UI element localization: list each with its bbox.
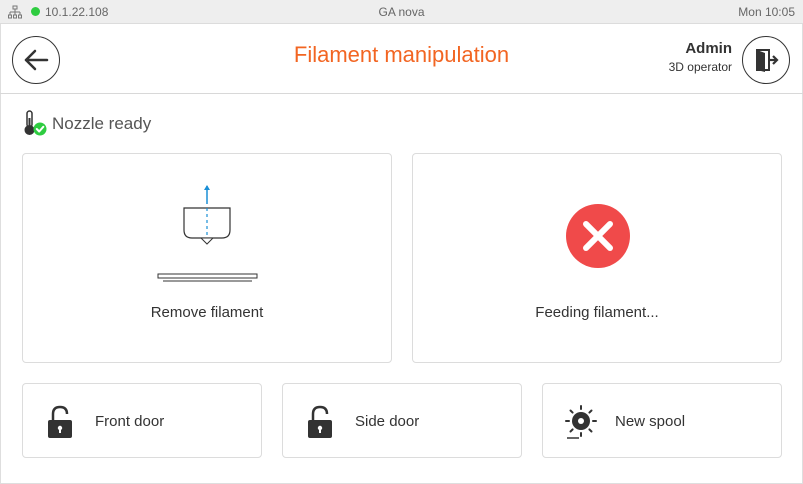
remove-filament-label: Remove filament [150,304,264,321]
feed-filament-button[interactable]: Feeding filament... [412,153,782,363]
logout-door-icon [756,49,779,72]
user-name: Admin [685,40,732,57]
nozzle-status-text: Nozzle ready [52,114,152,133]
status-bar: 10.1.22.108 GA nova Mon 10:05 [0,0,803,24]
padlock-open-icon [308,405,332,438]
feeding-filament-label: Feeding filament... [535,304,659,321]
user-info: Admin 3D operator [669,40,732,74]
clock: Mon 10:05 [738,5,795,19]
thermometer-check-icon [24,110,47,136]
new-spool-button[interactable]: New spool [542,383,782,458]
header: Filament manipulation Admin 3D operator [0,24,803,94]
padlock-open-icon [48,405,72,438]
logout-button[interactable] [742,36,790,84]
nozzle-retract-icon [157,185,258,282]
printer-name: GA nova [378,5,425,19]
remove-filament-button[interactable]: Remove filament [22,153,392,363]
side-door-label: Side door [355,413,420,430]
new-spool-label: New spool [615,413,686,430]
front-door-label: Front door [95,413,165,430]
front-door-button[interactable]: Front door [22,383,262,458]
spool-icon [565,405,597,439]
side-door-button[interactable]: Side door [282,383,522,458]
user-role: 3D operator [668,60,732,74]
error-x-icon [566,204,630,268]
